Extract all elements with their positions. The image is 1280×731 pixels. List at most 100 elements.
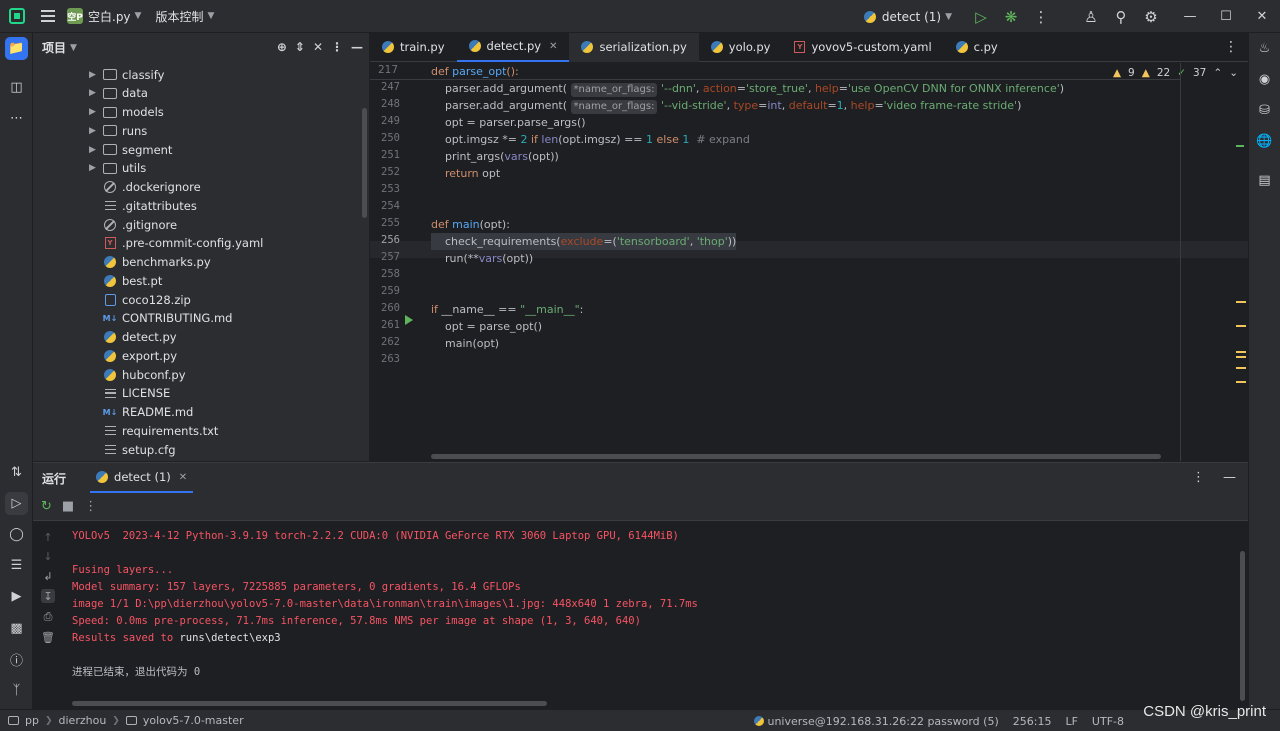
code-area[interactable]: parser.add_argument( *name_or_flags: '--… xyxy=(431,63,1181,461)
collapse-all-icon[interactable]: ✕ xyxy=(313,40,323,54)
error-stripe-mark[interactable] xyxy=(1236,381,1246,383)
project-tree-item[interactable]: ▶ classify xyxy=(33,65,369,84)
chevron-right-icon[interactable]: ▶ xyxy=(89,163,99,173)
error-stripe-mark[interactable] xyxy=(1236,301,1246,303)
error-stripe-mark[interactable] xyxy=(1236,351,1246,353)
chevron-down-icon[interactable]: ▼ xyxy=(207,11,214,21)
editor-tab[interactable]: detect.py ✕ xyxy=(456,33,570,62)
chevron-down-icon[interactable]: ▼ xyxy=(135,11,142,21)
project-tree-item[interactable]: best.pt xyxy=(33,271,369,290)
sciview-icon[interactable]: ▤ xyxy=(1253,169,1276,192)
hide-panel-icon[interactable]: — xyxy=(351,40,363,54)
prev-highlight-icon[interactable]: ⌃ xyxy=(1213,67,1222,79)
project-panel-title[interactable]: 项目 xyxy=(42,39,66,56)
chevron-right-icon[interactable]: ▶ xyxy=(89,88,99,98)
caret-position[interactable]: 256:15 xyxy=(1013,715,1052,728)
chevron-down-icon[interactable]: ▼ xyxy=(70,43,77,53)
hide-panel-icon[interactable]: — xyxy=(1223,470,1236,485)
chevron-right-icon[interactable]: ▶ xyxy=(89,126,99,136)
options-icon[interactable]: ⋮ xyxy=(331,40,343,54)
editor-tab[interactable]: Yyovov5-custom.yaml xyxy=(782,33,943,62)
error-stripe-mark[interactable] xyxy=(1236,145,1244,147)
project-tree-item[interactable]: .gitattributes xyxy=(33,196,369,215)
tab-options-icon[interactable]: ⋮ xyxy=(1224,39,1238,55)
scroll-up-icon[interactable]: ↑ xyxy=(41,530,55,544)
stop-icon[interactable]: ■ xyxy=(62,499,74,514)
project-tree-item[interactable]: benchmarks.py xyxy=(33,253,369,272)
breadcrumb-item[interactable]: dierzhou xyxy=(59,714,107,727)
sticky-scroll-header[interactable]: 217 def parse_opt(): xyxy=(370,63,1180,80)
project-tree-item[interactable]: ▶ segment xyxy=(33,140,369,159)
debug-icon[interactable]: ❋ xyxy=(996,0,1026,33)
scroll-down-icon[interactable]: ↓ xyxy=(41,549,55,563)
error-stripe-mark[interactable] xyxy=(1236,367,1246,369)
locate-file-icon[interactable]: ⊕ xyxy=(277,40,287,54)
project-tree-item[interactable]: M↓ CONTRIBUTING.md xyxy=(33,309,369,328)
project-tree-item[interactable]: .gitignore xyxy=(33,215,369,234)
next-highlight-icon[interactable]: ⌄ xyxy=(1229,67,1238,79)
soft-wrap-icon[interactable]: ↲ xyxy=(41,569,55,583)
inspection-widget[interactable]: ▲ 9 ▲ 22 ✓ 37 ⌃ ⌄ xyxy=(1113,67,1238,79)
chevron-right-icon[interactable]: ▶ xyxy=(89,145,99,155)
run-gutter-icon[interactable] xyxy=(405,315,413,325)
close-tab-icon[interactable]: ✕ xyxy=(549,41,557,52)
close-window-button[interactable]: ✕ xyxy=(1244,0,1280,33)
problems-icon[interactable]: ⓘ xyxy=(5,648,28,671)
run-config-selector[interactable]: detect (1) ▼ xyxy=(863,10,952,24)
project-tree-item[interactable]: .dockerignore xyxy=(33,178,369,197)
project-tree-item[interactable]: ▶ models xyxy=(33,103,369,122)
database-icon[interactable]: ⛁ xyxy=(1253,99,1276,122)
run-options-icon[interactable]: ⋮ xyxy=(1192,470,1205,485)
project-folder-icon[interactable]: 📁 xyxy=(5,37,28,60)
project-tree-item[interactable]: coco128.zip xyxy=(33,290,369,309)
more-actions-icon[interactable]: ⋮ xyxy=(1026,0,1056,33)
chevron-right-icon[interactable]: ▶ xyxy=(89,70,99,80)
ai-assistant-icon[interactable]: ◉ xyxy=(1253,68,1276,91)
notifications-bell-icon[interactable]: ♨ xyxy=(1253,37,1276,60)
search-icon[interactable]: ⚲ xyxy=(1106,0,1136,33)
breadcrumb-item[interactable]: yolov5-7.0-master xyxy=(143,714,244,727)
breadcrumb-item[interactable]: pp xyxy=(25,714,39,727)
interpreter-selector[interactable]: universe@192.168.31.26:22 password (5) xyxy=(754,715,999,728)
project-tree-item[interactable]: ▶ data xyxy=(33,84,369,103)
terminal-icon[interactable]: ▩ xyxy=(5,617,28,640)
minimize-window-button[interactable]: — xyxy=(1172,0,1208,33)
add-user-icon[interactable]: ♙ xyxy=(1076,0,1106,33)
vcs-dropdown[interactable]: 版本控制 xyxy=(155,8,203,25)
remote-host-globe-icon[interactable]: 🌐 xyxy=(1253,130,1276,153)
rerun-icon[interactable]: ↻ xyxy=(41,499,52,514)
project-tree-item[interactable]: M↓ README.md xyxy=(33,403,369,422)
project-name-dropdown[interactable]: 空白.py xyxy=(88,8,131,25)
project-tree-item[interactable]: export.py xyxy=(33,346,369,365)
project-tree-item[interactable]: hubconf.py xyxy=(33,365,369,384)
project-tree-item[interactable]: detect.py xyxy=(33,328,369,347)
console-vertical-scrollbar[interactable] xyxy=(1240,551,1245,701)
console-horizontal-scrollbar[interactable] xyxy=(72,701,547,706)
project-tree-item[interactable]: ▶ runs xyxy=(33,121,369,140)
error-stripe-mark[interactable] xyxy=(1236,356,1246,358)
editor-tab[interactable]: serialization.py xyxy=(569,32,699,62)
main-menu-icon[interactable] xyxy=(41,10,55,22)
layers-icon[interactable]: ☰ xyxy=(5,554,28,577)
python-console-icon[interactable]: ◯ xyxy=(5,523,28,546)
project-tree-item[interactable]: setup.cfg xyxy=(33,440,369,459)
git-branch-icon[interactable]: ᛉ xyxy=(5,679,28,702)
editor-tab[interactable]: yolo.py xyxy=(699,33,783,62)
project-tree-item[interactable]: Y .pre-commit-config.yaml xyxy=(33,234,369,253)
expand-all-icon[interactable]: ⇕ xyxy=(295,40,305,54)
error-stripe-mark[interactable] xyxy=(1236,325,1246,327)
line-ending[interactable]: LF xyxy=(1065,715,1077,728)
settings-gear-icon[interactable]: ⚙ xyxy=(1136,0,1166,33)
console-output[interactable]: YOLOv5 2023-4-12 Python-3.9.19 torch-2.2… xyxy=(72,522,1232,700)
chevron-right-icon[interactable]: ▶ xyxy=(89,107,99,117)
project-tree-item[interactable]: ▶ utils xyxy=(33,159,369,178)
print-icon[interactable]: ⎙ xyxy=(41,610,55,624)
project-tree-item[interactable]: LICENSE xyxy=(33,384,369,403)
project-tree-item[interactable]: requirements.txt xyxy=(33,421,369,440)
project-badge[interactable]: 空P xyxy=(67,8,83,24)
close-tab-icon[interactable]: ✕ xyxy=(179,472,187,483)
file-encoding[interactable]: UTF-8 xyxy=(1092,715,1124,728)
clear-trash-icon[interactable]: 🗑 xyxy=(41,630,55,644)
scroll-to-end-icon[interactable]: ↧ xyxy=(41,589,55,603)
more-tools-icon[interactable]: ⋯ xyxy=(5,107,28,130)
